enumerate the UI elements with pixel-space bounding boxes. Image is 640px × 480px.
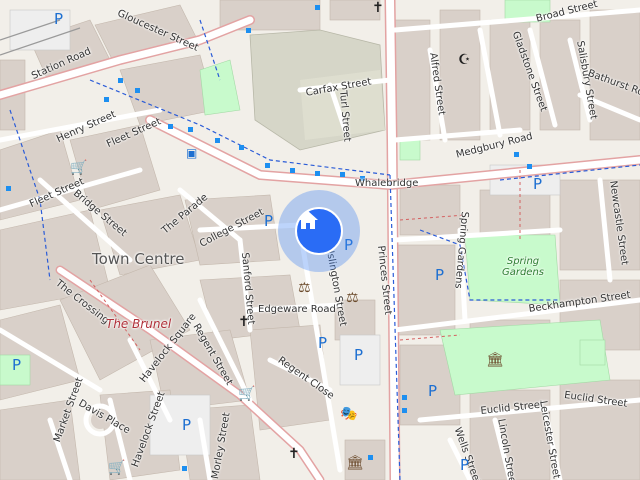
parking-icon[interactable]: P — [318, 334, 327, 352]
shop-icon[interactable]: 🛒 — [238, 386, 255, 402]
shop-icon[interactable]: 🛒 — [108, 460, 125, 476]
museum-icon[interactable]: 🏛 — [346, 455, 364, 471]
parking-icon[interactable]: P — [54, 10, 63, 28]
street-label: Whalebridge — [355, 178, 419, 189]
museum-icon[interactable]: 🏛 — [486, 352, 504, 368]
theatre-icon[interactable]: 🎭 — [340, 406, 357, 422]
shop-icon[interactable]: 🛒 — [70, 160, 87, 176]
parking-icon[interactable]: P — [12, 356, 21, 374]
parking-icon[interactable]: P — [354, 346, 363, 364]
area-label: Town Centre — [92, 250, 185, 268]
bus-icon[interactable]: ▣ — [186, 146, 197, 160]
home-icon — [298, 211, 318, 229]
parking-icon[interactable]: P — [533, 175, 542, 193]
church-icon[interactable]: ✝ — [288, 446, 300, 462]
park-label: Spring Gardens — [501, 256, 545, 278]
street-label: Edgeware Road — [258, 304, 336, 315]
church-icon[interactable]: ✝ — [372, 0, 384, 16]
parking-icon[interactable]: P — [182, 416, 191, 434]
court-icon[interactable]: ⚖ — [298, 280, 311, 296]
mosque-icon[interactable]: ☪ — [458, 52, 471, 68]
parking-icon[interactable]: P — [435, 266, 444, 284]
church-icon[interactable]: ✝ — [238, 314, 250, 330]
landmark-label: The Brunel — [106, 317, 172, 331]
map-view[interactable]: Gloucester Street Station Road Henry Str… — [0, 0, 640, 480]
parking-icon[interactable]: P — [460, 456, 469, 474]
parking-icon[interactable]: P — [428, 382, 437, 400]
location-marker[interactable] — [295, 207, 343, 255]
court-icon[interactable]: ⚖ — [346, 290, 359, 306]
parking-icon[interactable]: P — [264, 212, 273, 230]
